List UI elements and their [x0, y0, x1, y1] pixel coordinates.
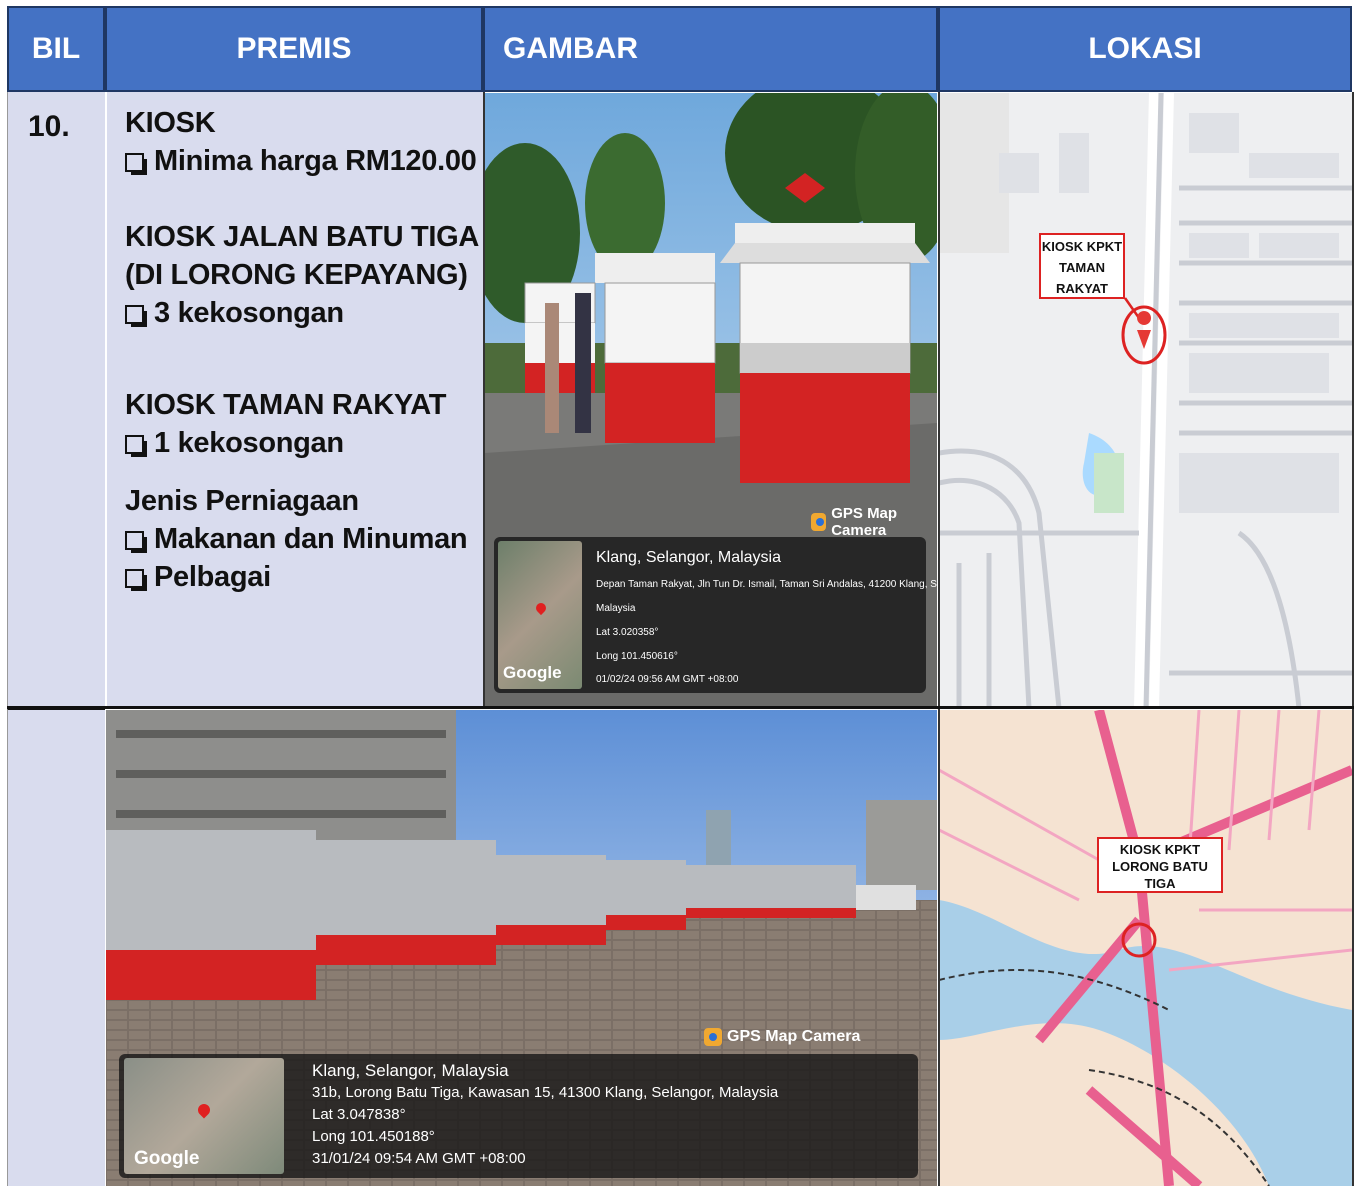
checkbox-icon — [125, 435, 147, 457]
jenis-item-1: Makanan dan Minuman — [125, 520, 483, 558]
header-gambar-label: GAMBAR — [503, 32, 638, 65]
grid-line — [483, 92, 485, 708]
jenis-item-2: Pelbagai — [125, 558, 483, 596]
premis-title: KIOSK — [125, 107, 216, 139]
gps-camera-badge: GPS Map Camera — [704, 1028, 860, 1046]
header-premis: PREMIS — [105, 6, 483, 92]
gps-long: Long 101.450616° — [596, 651, 678, 662]
map-pin-icon — [195, 1101, 213, 1119]
gps-city: Klang, Selangor, Malaysia — [596, 549, 781, 566]
kiosk1-vacancy: 3 kekosongan — [125, 294, 483, 332]
premis-price: Minima harga RM120.00 — [125, 142, 483, 180]
camera-icon — [704, 1028, 722, 1046]
gps-datetime: 31/01/24 09:54 AM GMT +08:00 — [312, 1150, 526, 1167]
checkbox-icon — [125, 305, 147, 327]
gps-minimap: Google — [498, 541, 582, 689]
kiosk1-line1: KIOSK JALAN BATU TIGA — [125, 221, 480, 253]
kiosk2-vacancy: 1 kekosongan — [125, 424, 483, 462]
checkbox-icon — [125, 531, 147, 553]
google-logo: Google — [503, 663, 562, 682]
row2-photo: GPS Map Camera Google Klang, Selangor, M… — [106, 710, 937, 1186]
checkbox-icon — [125, 153, 147, 175]
gps-minimap: Google — [124, 1058, 284, 1174]
gps-info-box: Google Klang, Selangor, Malaysia 31b, Lo… — [119, 1054, 918, 1178]
kiosk2-vacancy-text: 1 kekosongan — [154, 427, 344, 459]
grid-line — [938, 92, 940, 1186]
gps-camera-badge: GPS Map Camera — [811, 505, 937, 539]
premis-price-text: Minima harga RM120.00 — [154, 145, 477, 177]
header-bil: BIL — [7, 6, 105, 92]
camera-icon — [811, 513, 827, 531]
checkbox-icon — [125, 569, 147, 591]
gps-badge-text: GPS Map Camera — [831, 505, 898, 539]
header-lokasi: LOKASI — [938, 6, 1352, 92]
header-lokasi-label: LOKASI — [1088, 32, 1202, 65]
gps-long: Long 101.450188° — [312, 1128, 435, 1145]
callout-line-3: TIGA — [1144, 876, 1176, 891]
row2-map: KIOSK KPKT LORONG BATU TIGA — [939, 710, 1352, 1186]
callout-line-1: KIOSK KPKT — [1119, 842, 1201, 857]
row2-bil-cell — [7, 708, 105, 1186]
grid-line — [1352, 92, 1354, 1186]
gps-info-box: Google Klang, Selangor, Malaysia Depan T… — [494, 537, 937, 693]
grid-line — [7, 706, 1354, 709]
gps-datetime: 01/02/24 09:56 AM GMT +08:00 — [596, 674, 739, 685]
grid-line — [105, 92, 106, 708]
row1-premis-cell: KIOSK Minima harga RM120.00 KIOSK JALAN … — [105, 92, 483, 708]
jenis-item-2-text: Pelbagai — [154, 561, 271, 593]
street-map-image — [939, 710, 1352, 1186]
kiosk2-name: KIOSK TAMAN RAKYAT — [125, 389, 447, 421]
row1-map: KIOSK KPKT TAMAN RAKYAT — [939, 93, 1352, 708]
header-gambar: GAMBAR — [483, 6, 938, 92]
map-callout: KIOSK KPKT LORONG BATU TIGA — [1097, 837, 1223, 893]
row1-bil-number: 10. — [28, 110, 70, 143]
jenis-item-1-text: Makanan dan Minuman — [154, 523, 468, 555]
google-logo: Google — [134, 1148, 200, 1169]
gps-address-2: Malaysia — [596, 603, 636, 614]
gps-lat: Lat 3.020358° — [596, 627, 659, 638]
gps-badge-text: GPS Map Camera — [727, 1028, 861, 1045]
gps-city: Klang, Selangor, Malaysia — [312, 1061, 509, 1080]
gps-address: Depan Taman Rakyat, Jln Tun Dr. Ismail, … — [596, 579, 937, 590]
row1-bil-cell: 10. — [7, 92, 105, 708]
header-premis-label: PREMIS — [236, 32, 352, 65]
map-pin-icon — [533, 600, 549, 616]
gps-address: 31b, Lorong Batu Tiga, Kawasan 15, 41300… — [312, 1084, 779, 1101]
kiosk1-vacancy-text: 3 kekosongan — [154, 297, 344, 329]
header-bil-label: BIL — [31, 32, 81, 65]
map-overlay — [1121, 297, 1167, 365]
callout-line-2: LORONG BATU — [1112, 859, 1208, 874]
kiosk1-line2: (DI LORONG KEPAYANG) — [125, 259, 468, 291]
gps-lat: Lat 3.047838° — [312, 1106, 406, 1123]
row1-photo: GPS Map Camera Google Klang, Selangor, M… — [485, 93, 937, 708]
jenis-title: Jenis Perniagaan — [125, 485, 359, 517]
